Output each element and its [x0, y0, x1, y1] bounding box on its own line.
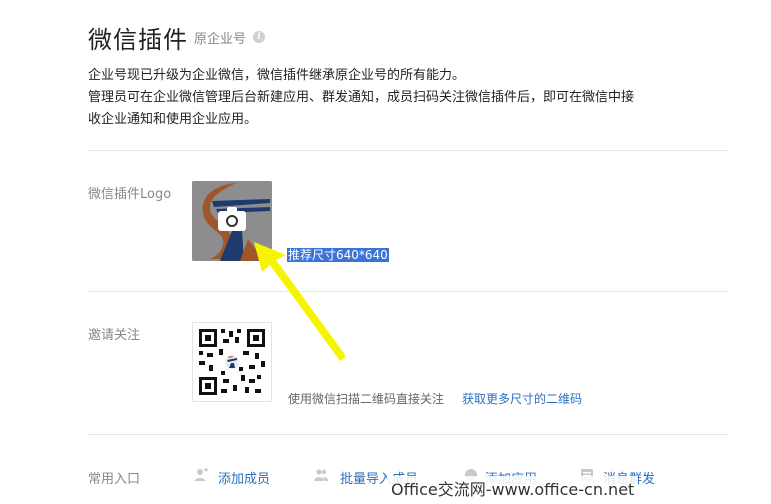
info-icon[interactable]: i	[253, 31, 265, 43]
logo-size-hint: 推荐尺寸640*640	[287, 248, 389, 262]
watermark: Office交流网-www.office-cn.net	[387, 476, 639, 500]
qr-caption: 使用微信扫描二维码直接关注	[288, 392, 445, 406]
qr-code	[192, 322, 272, 402]
divider	[88, 150, 728, 151]
description-line-1: 企业号现已升级为企业微信，微信插件继承原企业号的所有能力。	[88, 68, 466, 83]
page-title: 微信插件	[88, 26, 188, 54]
add-user-icon	[195, 468, 208, 481]
qr-label: 邀请关注	[88, 328, 141, 343]
divider	[88, 291, 728, 292]
camera-icon	[218, 207, 246, 231]
shortcuts-label: 常用入口	[88, 472, 141, 487]
description-line-2: 管理员可在企业微信管理后台新建应用、群发通知，成员扫码关注微信插件后，即可在微信…	[88, 90, 635, 105]
logo-upload[interactable]	[192, 181, 272, 261]
description-line-3: 收企业通知和使用企业应用。	[88, 112, 258, 127]
more-qr-sizes-link[interactable]: 获取更多尺寸的二维码	[462, 390, 582, 407]
logo-label: 微信插件Logo	[88, 187, 172, 202]
add-member-link[interactable]: 添加成员	[218, 468, 270, 487]
qr-code-image	[199, 329, 265, 395]
users-icon	[314, 469, 328, 481]
divider	[88, 434, 728, 435]
page-subtitle: 原企业号	[194, 32, 247, 47]
